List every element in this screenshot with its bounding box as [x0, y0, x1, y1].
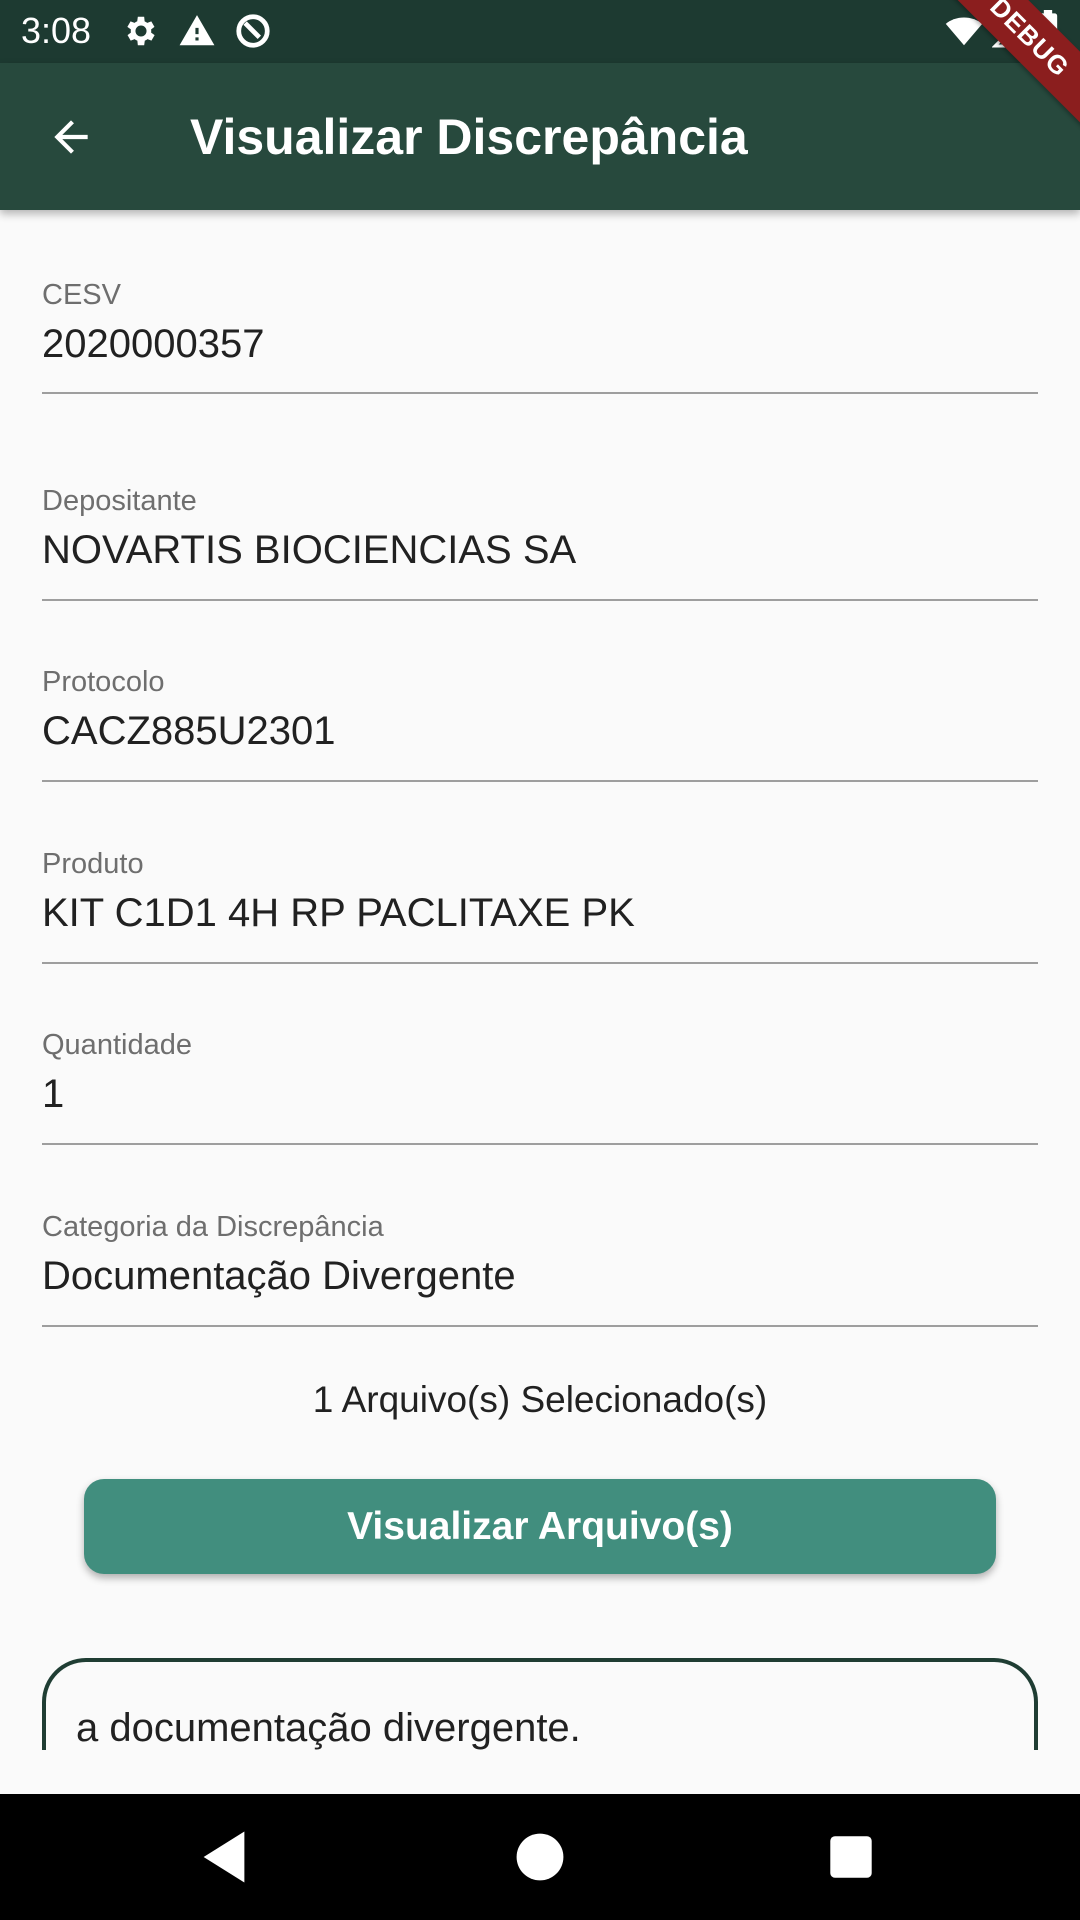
produto-field[interactable]: Produto KIT C1D1 4H RP PACLITAXE PK [42, 837, 1038, 964]
depositante-value: NOVARTIS BIOCIENCIAS SA [42, 528, 577, 572]
quantidade-label: Quantidade [42, 1029, 192, 1061]
quantidade-value: 1 [42, 1072, 65, 1116]
description-text: a documentação divergente. [76, 1706, 581, 1750]
depositante-field[interactable]: Depositante NOVARTIS BIOCIENCIAS SA [42, 474, 1038, 601]
screen: 3:08 DEBUG Visualizar Discrepância CESV … [0, 0, 1080, 1920]
status-bar: 3:08 [0, 0, 1080, 63]
depositante-label: Depositante [42, 485, 197, 517]
files-count-text: 1 Arquivo(s) Selecionado(s) [312, 1379, 768, 1420]
quantidade-field[interactable]: Quantidade 1 [42, 1018, 1038, 1145]
view-files-button[interactable]: Visualizar Arquivo(s) [84, 1479, 996, 1574]
categoria-label: Categoria da Discrepância [42, 1211, 384, 1243]
nav-back-icon [203, 1831, 245, 1883]
protocolo-value: CACZ885U2301 [42, 709, 336, 753]
cesv-label: CESV [42, 279, 121, 311]
nav-home-icon [516, 1833, 564, 1881]
categoria-field[interactable]: Categoria da Discrepância Documentação D… [42, 1200, 1038, 1327]
cesv-value: 2020000357 [42, 322, 265, 366]
arrow-back-icon [54, 120, 88, 154]
navigation-bar [0, 1794, 1080, 1920]
warning-icon [178, 12, 216, 55]
gear-icon [122, 12, 160, 55]
nav-recents-button[interactable] [818, 1824, 884, 1890]
produto-label: Produto [42, 848, 144, 880]
nav-recents-icon [830, 1836, 872, 1878]
back-button[interactable] [38, 104, 104, 170]
status-time: 3:08 [21, 10, 92, 51]
protocolo-label: Protocolo [42, 666, 165, 698]
categoria-value: Documentação Divergente [42, 1254, 516, 1298]
protocolo-field[interactable]: Protocolo CACZ885U2301 [42, 655, 1038, 782]
produto-value: KIT C1D1 4H RP PACLITAXE PK [42, 891, 635, 935]
description-field[interactable]: a documentação divergente. [42, 1658, 1038, 1750]
discrepancy-details: CESV 2020000357 Depositante NOVARTIS BIO… [0, 210, 1080, 1750]
nav-back-button[interactable] [191, 1824, 257, 1890]
nav-home-button[interactable] [507, 1824, 573, 1890]
data-saver-icon [234, 12, 272, 55]
cesv-field[interactable]: CESV 2020000357 [42, 268, 1038, 394]
app-bar: Visualizar Discrepância [0, 63, 1080, 210]
page-title: Visualizar Discrepância [190, 109, 748, 165]
